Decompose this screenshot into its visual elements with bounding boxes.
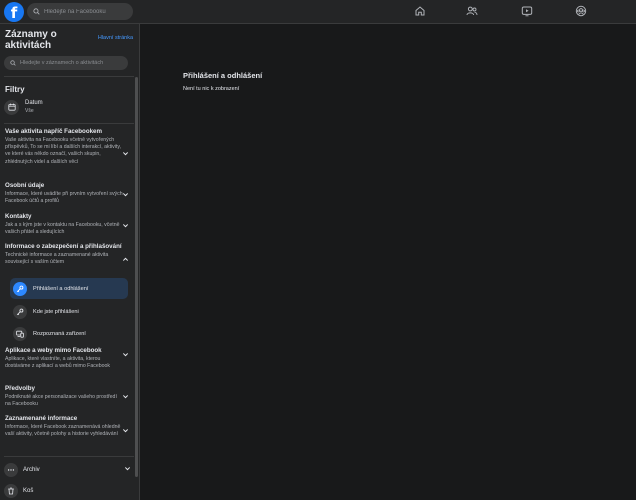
chevron-up-icon[interactable]: [122, 256, 129, 263]
search-icon: [10, 60, 16, 66]
section-contacts[interactable]: Kontakty Jak a s kým jste v kontaktu na …: [5, 213, 123, 236]
activity-search-input[interactable]: [20, 60, 120, 66]
facebook-search-input[interactable]: [44, 8, 124, 15]
section-description: Podniknuté akce personalizace vašeho pro…: [5, 393, 117, 407]
page-title: Přihlášení a odhlášení: [183, 71, 263, 80]
section-description: Jak a s kým jste v kontaktu na Facebooku…: [5, 221, 120, 235]
section-apps-and-websites[interactable]: Aplikace a weby mimo Facebook Aplikace, …: [5, 347, 123, 370]
key-icon: [13, 304, 27, 319]
sidebar-scrollbar[interactable]: [135, 77, 138, 477]
watch-icon[interactable]: [521, 5, 533, 17]
groups-icon[interactable]: [575, 5, 587, 17]
sidebar-item-label: Rozpoznaná zařízení: [33, 330, 86, 337]
chevron-down-icon[interactable]: [122, 191, 129, 198]
chevron-down-icon[interactable]: [122, 150, 129, 157]
date-filter-label: Datum: [25, 100, 43, 106]
filters-heading: Filtry: [5, 85, 25, 94]
empty-state-message: Není tu nic k zobrazení: [183, 86, 240, 92]
sidebar-item-trash[interactable]: Koš: [4, 482, 134, 500]
sidebar-item-login-logout[interactable]: Přihlášení a odhlášení: [10, 278, 128, 299]
key-icon: [13, 281, 27, 296]
section-description: Informace, které Facebook zaznamenává oh…: [5, 423, 121, 437]
chevron-down-icon[interactable]: [122, 222, 129, 229]
search-icon: [33, 8, 40, 15]
activity-search-box[interactable]: [4, 56, 128, 70]
sidebar-item-label: Kde jste přihlášeni: [33, 308, 79, 315]
section-preferences[interactable]: Předvolby Podniknuté akce personalizace …: [5, 385, 123, 408]
chevron-down-icon[interactable]: [124, 465, 131, 472]
section-title: Předvolby: [5, 385, 35, 392]
section-title: Vaše aktivita napříč Facebookem: [5, 128, 102, 135]
trash-icon: [4, 484, 18, 498]
section-title: Kontakty: [5, 213, 32, 220]
calendar-icon: [4, 99, 19, 115]
more-icon: [4, 463, 18, 477]
sidebar-divider: [4, 123, 134, 124]
top-navigation-bar: f: [0, 0, 636, 24]
date-filter-value: Vše: [25, 108, 34, 114]
section-title: Informace o zabezpečení a přihlašování: [5, 243, 122, 250]
section-description: Aplikace, které vlastníte, a aktivita, k…: [5, 355, 110, 369]
friends-icon[interactable]: [466, 5, 478, 17]
section-title: Zaznamenané informace: [5, 415, 78, 422]
section-description: Informace, které uvádíte při prvním vytv…: [5, 190, 123, 204]
chevron-down-icon[interactable]: [122, 427, 129, 434]
activity-log-sidebar: Záznamy o aktivitách Hlavní stránka Filt…: [0, 24, 140, 500]
sidebar-item-label: Koš: [23, 488, 34, 494]
home-icon[interactable]: [414, 5, 426, 17]
sidebar-item-label: Archiv: [23, 467, 40, 473]
facebook-search-box[interactable]: [27, 3, 133, 20]
sidebar-item-recognized-devices[interactable]: Rozpoznaná zařízení: [10, 323, 128, 344]
date-filter[interactable]: Datum Vše: [4, 97, 134, 117]
home-page-link[interactable]: Hlavní stránka: [98, 35, 133, 41]
section-logged-information[interactable]: Zaznamenané informace Informace, které F…: [5, 415, 123, 438]
section-activity-across-facebook[interactable]: Vaše aktivita napříč Facebookem Vaše akt…: [5, 128, 123, 166]
sidebar-divider: [4, 76, 134, 77]
sidebar-divider: [4, 456, 134, 457]
sidebar-item-archive[interactable]: Archiv: [4, 461, 134, 479]
sidebar-item-where-logged-in[interactable]: Kde jste přihlášeni: [10, 301, 128, 322]
facebook-logo[interactable]: f: [4, 2, 24, 22]
sidebar-item-label: Přihlášení a odhlášení: [33, 285, 89, 292]
section-title: Osobní údaje: [5, 182, 45, 189]
devices-icon: [13, 326, 27, 341]
sidebar-title: Záznamy o aktivitách: [5, 29, 57, 51]
section-description: Vaše aktivita na Facebooku včetně vytvoř…: [5, 136, 121, 165]
chevron-down-icon[interactable]: [122, 393, 129, 400]
section-security-and-login[interactable]: Informace o zabezpečení a přihlašování T…: [5, 243, 123, 266]
section-description: Technické informace a zaznamenané aktivi…: [5, 251, 109, 265]
section-title: Aplikace a weby mimo Facebook: [5, 347, 102, 354]
chevron-down-icon[interactable]: [122, 351, 129, 358]
section-personal-info[interactable]: Osobní údaje Informace, které uvádíte př…: [5, 182, 123, 205]
